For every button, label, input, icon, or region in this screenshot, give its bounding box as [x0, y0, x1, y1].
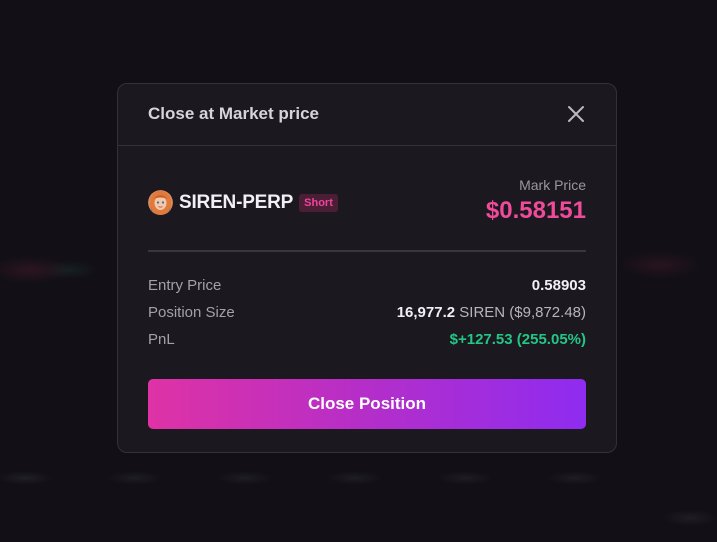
market-info: SIREN-PERP Short	[148, 190, 338, 215]
siren-token-avatar	[148, 190, 173, 215]
modal-header: Close at Market price	[118, 84, 616, 146]
entry-price-label: Entry Price	[148, 277, 222, 294]
pnl-label: PnL	[148, 331, 175, 348]
close-icon	[568, 106, 584, 122]
close-button[interactable]	[566, 104, 586, 124]
divider	[148, 250, 586, 252]
market-row: SIREN-PERP Short Mark Price $0.58151	[148, 176, 586, 226]
modal-title: Close at Market price	[148, 104, 320, 123]
position-size-unit: SIREN ($9,872.48)	[459, 304, 586, 321]
mark-price-value: $0.58151	[485, 197, 586, 224]
position-size-label: Position Size	[148, 304, 235, 321]
market-name: SIREN-PERP	[179, 191, 294, 213]
entry-price-value: 0.58903	[531, 277, 586, 294]
mark-price-group: Mark Price $0.58151	[486, 176, 586, 226]
close-position-modal: Close at Market price SIREN-PERP Short M…	[117, 83, 617, 453]
position-size-amount: 16,977.2	[396, 304, 456, 321]
mark-price-label: Mark Price	[519, 177, 586, 193]
position-size-row: Position Size 16,977.2 SIREN ($9,872.48)	[148, 299, 586, 326]
entry-price-row: Entry Price 0.58903	[148, 272, 586, 299]
position-size-value: 16,977.2 SIREN ($9,872.48)	[397, 304, 586, 321]
position-details: Entry Price 0.58903 Position Size 16,977…	[148, 272, 586, 353]
close-position-button[interactable]: Close Position	[148, 379, 586, 429]
side-badge: Short	[299, 193, 338, 212]
pnl-value: $+127.53 (255.05%)	[449, 331, 586, 348]
pnl-row: PnL $+127.53 (255.05%)	[148, 326, 586, 353]
